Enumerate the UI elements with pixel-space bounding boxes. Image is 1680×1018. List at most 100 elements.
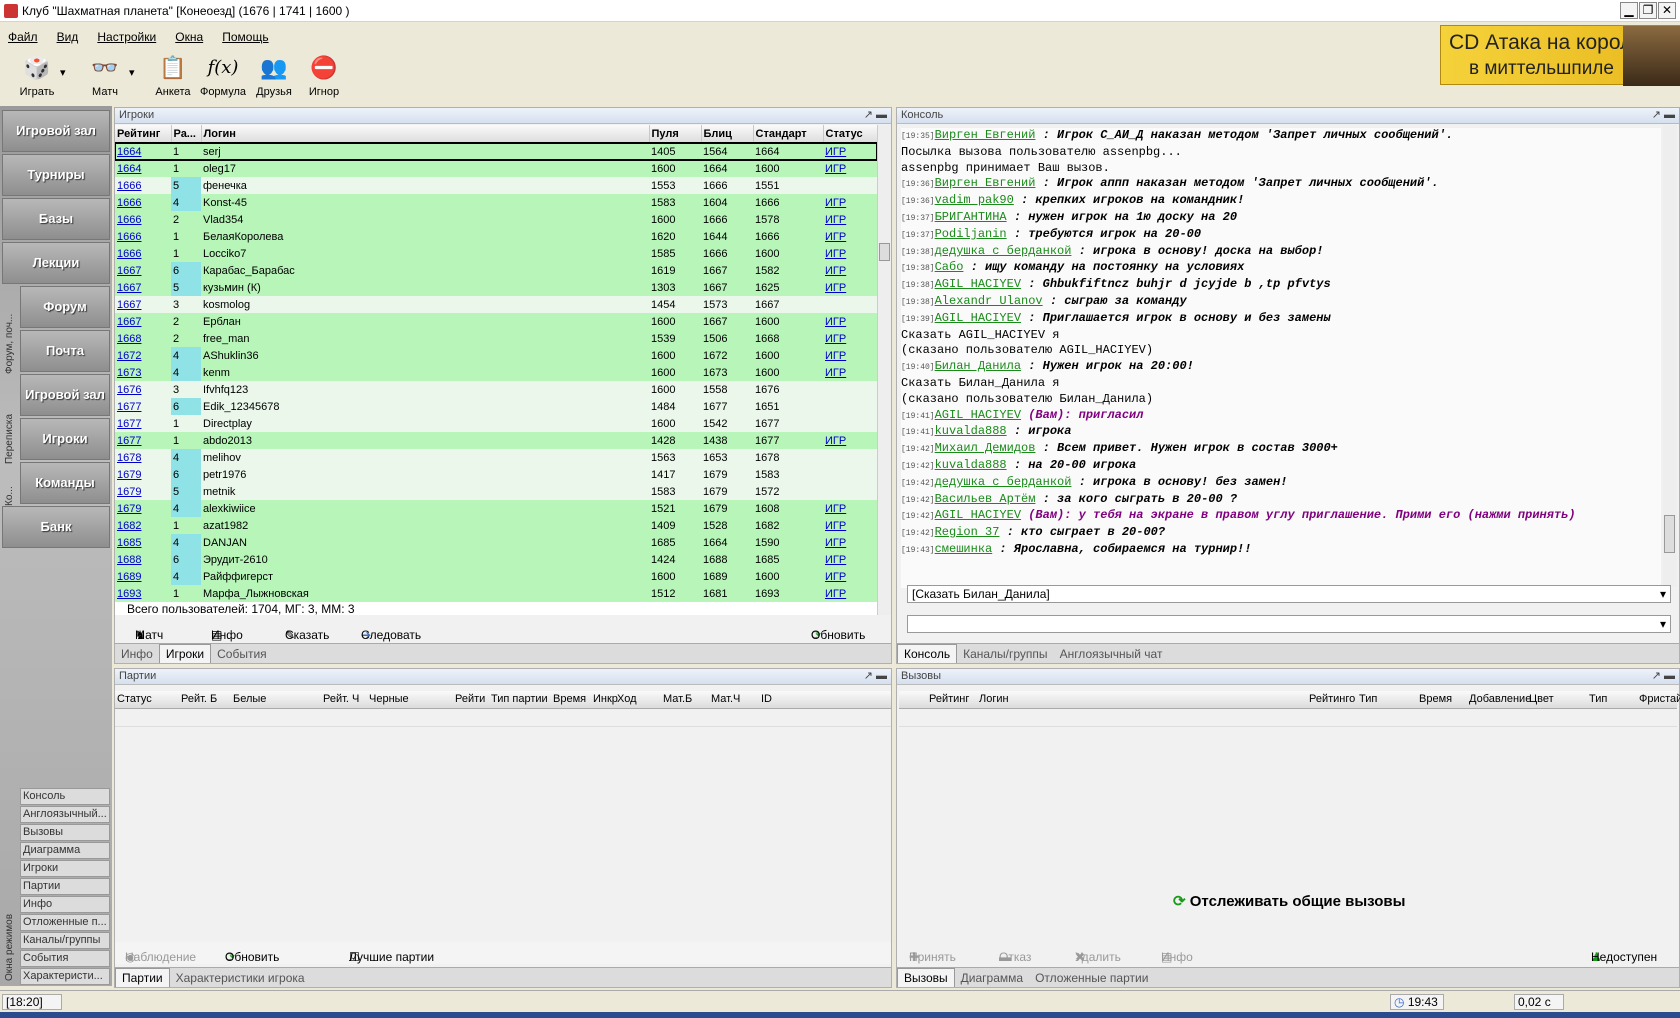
console-nick[interactable]: БРИГАНТИНА [935,210,1007,224]
console-nick[interactable]: AGIL HACIYEV [935,277,1021,291]
menu-windows[interactable]: Окна [167,27,211,44]
table-row[interactable]: 1678 4 melihov 1563 1653 1678 [115,449,877,466]
challenges-col-header[interactable]: Добавление [1469,693,1531,705]
nav-bank[interactable]: Банк [2,506,110,548]
players-cell[interactable]: ИГР [823,143,877,160]
nav-list-info[interactable]: Инфо [20,896,110,913]
match-dropdown-icon[interactable]: ▾ [129,66,135,79]
players-cell[interactable]: 1693 [115,585,171,602]
players-cell[interactable]: 1679 [115,500,171,517]
console-nick[interactable]: AGIL HACIYEV [935,408,1021,422]
players-cell[interactable]: 1688 [115,551,171,568]
players-cell[interactable]: ИГР [823,517,877,534]
players-cell[interactable]: 1689 [115,568,171,585]
close-button[interactable]: ✕ [1658,2,1676,19]
players-cell[interactable]: 1677 [115,398,171,415]
pin-icon[interactable]: ↗ ▬ [864,108,887,121]
players-cell[interactable]: ИГР [823,585,877,602]
players-col-header[interactable]: Рейтинг [115,125,172,143]
tab-diagram[interactable]: Диаграмма [955,969,1029,987]
tab-events[interactable]: События [211,645,273,663]
formula-button[interactable]: f(x) Формула [198,52,248,98]
nav-game-hall[interactable]: Игровой зал [2,110,110,152]
games-col-header[interactable]: Инкр [593,693,618,705]
players-cell[interactable]: 1679 [115,466,171,483]
nav-players[interactable]: Игроки [20,418,110,460]
players-cell[interactable]: 1666 [115,211,171,228]
players-cell[interactable]: 1678 [115,449,171,466]
players-cell[interactable]: 1673 [115,364,171,381]
menu-file[interactable]: Файл [0,27,46,44]
nav-list-players[interactable]: Игроки [20,860,110,877]
players-cell[interactable]: 1667 [115,279,171,296]
players-col-header[interactable]: Статус [823,125,877,143]
players-cell[interactable]: ИГР [823,330,877,347]
players-cell[interactable]: ИГР [823,568,877,585]
players-cell[interactable]: ИГР [823,551,877,568]
nav-list-english[interactable]: Англоязычный... [20,806,110,823]
nav-list-adjourned[interactable]: Отложенные п... [20,914,110,931]
table-row[interactable]: 1688 6 Эрудит-2610 1424 1688 1685 ИГР [115,551,877,568]
table-row[interactable]: 1668 2 free_man 1539 1506 1668 ИГР [115,330,877,347]
table-row[interactable]: 1693 1 Марфа_Лыжновская 1512 1681 1693 ИГР [115,585,877,602]
table-row[interactable]: 1666 1 Locciko7 1585 1666 1600 ИГР [115,245,877,262]
nav-forum[interactable]: Форум [20,286,110,328]
players-cell[interactable]: 1666 [115,177,171,194]
players-cell[interactable]: 1664 [115,160,171,177]
players-cell[interactable]: 1682 [115,517,171,534]
table-row[interactable]: 1667 5 кузьмин (К) 1303 1667 1625 ИГР [115,279,877,296]
nav-list-events[interactable]: События [20,950,110,967]
games-col-header[interactable]: Рейт. Ч [323,693,359,705]
tab-games[interactable]: Партии [115,968,170,987]
nav-list-channels[interactable]: Каналы/группы [20,932,110,949]
players-cell[interactable]: 1677 [115,432,171,449]
console-scrollbar[interactable] [1663,125,1677,587]
table-row[interactable]: 1689 4 Райффигерст 1600 1689 1600 ИГР [115,568,877,585]
play-dropdown-icon[interactable]: ▾ [60,66,66,79]
players-cell[interactable]: 1685 [115,534,171,551]
pin-icon[interactable]: ↗ ▬ [864,669,887,682]
challenges-col-header[interactable]: Рейтинг [929,693,969,705]
players-cell[interactable]: 1664 [115,143,171,160]
players-cell[interactable]: ИГР [823,262,877,279]
nav-bases[interactable]: Базы [2,198,110,240]
table-row[interactable]: 1666 5 фенечка 1553 1666 1551 [115,177,877,194]
track-challenges-button[interactable]: ⟳ Отслеживать общие вызовы [1173,892,1405,910]
play-button[interactable]: 🎲 Играть [12,52,62,98]
nav-vertical-correspondence[interactable]: Переписка [4,414,15,464]
table-row[interactable]: 1664 1 serj 1405 1564 1664 ИГР [115,142,877,161]
console-nick[interactable]: Васильев Артём [935,492,1036,506]
players-cell[interactable]: ИГР [823,500,877,517]
players-col-header[interactable]: Блиц [701,125,754,143]
console-nick[interactable]: vadim pak90 [935,193,1014,207]
nav-game-hall-2[interactable]: Игровой зал [20,374,110,416]
pin-icon[interactable]: ↗ ▬ [1652,669,1675,682]
tab-challenges[interactable]: Вызовы [897,968,955,987]
players-cell[interactable] [823,466,877,483]
table-row[interactable]: 1667 2 Ерблан 1600 1667 1600 ИГР [115,313,877,330]
games-col-header[interactable]: Белые [233,693,266,705]
players-cell[interactable]: ИГР [823,279,877,296]
players-col-header[interactable]: Пуля [649,125,702,143]
nav-tournaments[interactable]: Турниры [2,154,110,196]
table-row[interactable]: 1666 1 БелаяКоролева 1620 1644 1666 ИГР [115,228,877,245]
say-target-select[interactable]: [Сказать Билан_Данила] ▾ [907,585,1671,603]
players-cell[interactable] [823,381,877,398]
players-cell[interactable]: ИГР [823,432,877,449]
ad-banner[interactable]: CD Атака на короля в миттельшпиле [1440,25,1680,86]
nav-vertical-forum[interactable]: Форум, поч... [4,314,15,374]
console-nick[interactable]: Билан Данила [935,359,1021,373]
menu-help[interactable]: Помощь [214,27,276,44]
tab-english-chat[interactable]: Англоязычный чат [1054,645,1169,663]
console-nick[interactable]: Вирген Евгений [935,176,1036,190]
players-col-header[interactable]: Логин [201,125,650,143]
nav-lectures[interactable]: Лекции [2,242,110,284]
console-nick[interactable]: Вирген Евгений [935,128,1036,142]
table-row[interactable]: 1679 5 metnik 1583 1679 1572 [115,483,877,500]
games-col-header[interactable]: ID [761,693,772,705]
table-row[interactable]: 1666 4 Konst-45 1583 1604 1666 ИГР [115,194,877,211]
table-row[interactable]: 1682 1 azat1982 1409 1528 1682 ИГР [115,517,877,534]
tab-channels[interactable]: Каналы/группы [957,645,1053,663]
minimize-button[interactable]: ▁ [1620,2,1638,19]
games-col-header[interactable]: Тип партии [491,693,548,705]
